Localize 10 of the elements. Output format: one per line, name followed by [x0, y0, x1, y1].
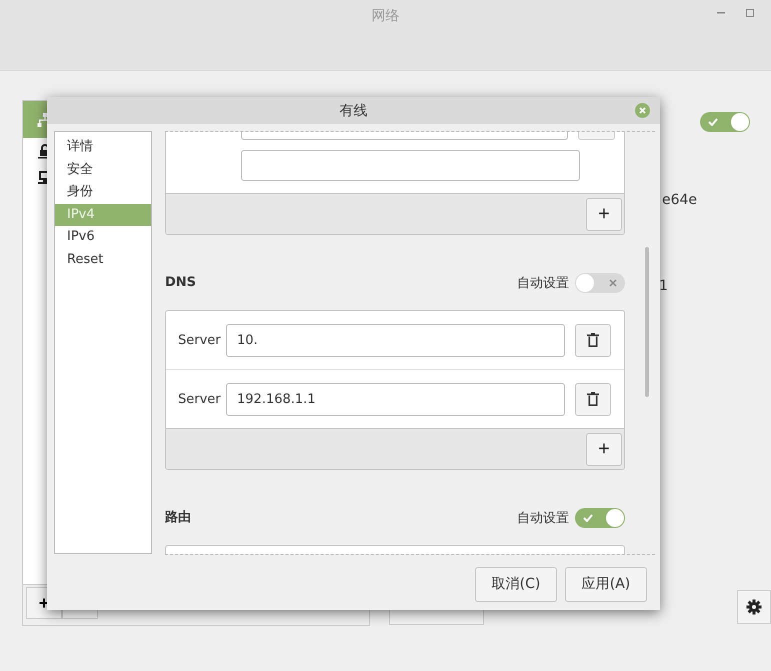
server-label: Server: [178, 332, 222, 348]
section-heading: DNS: [165, 274, 198, 292]
auto-label: 自动设置: [517, 510, 569, 526]
auto-label: 自动设置: [517, 274, 569, 292]
server-label: Server: [178, 392, 222, 406]
window-title: 网络: [372, 7, 400, 26]
detail-text: 1: [659, 278, 668, 294]
dialog-title: 有线: [340, 102, 368, 120]
section-heading: 路由: [165, 508, 192, 526]
detail-text: e64e: [662, 192, 698, 208]
